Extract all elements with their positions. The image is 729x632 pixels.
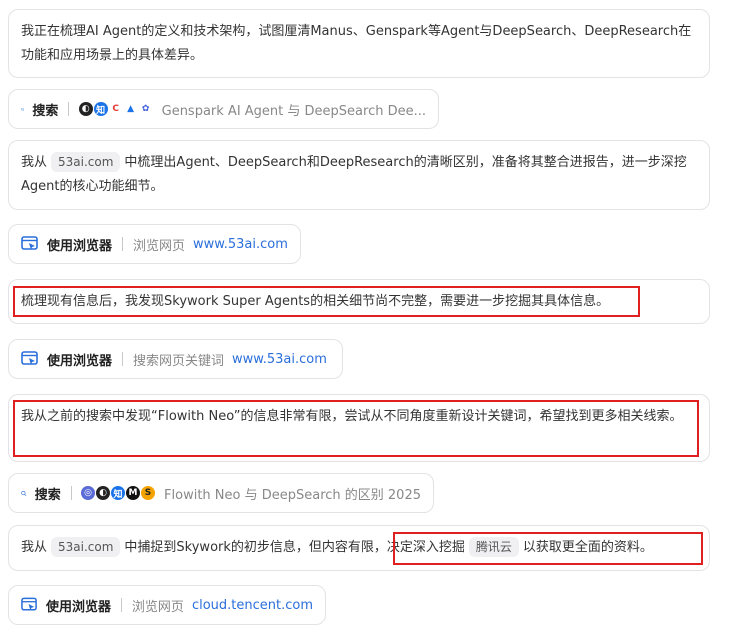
- baidu-paw-icon: ✿: [138, 102, 153, 116]
- thought-text: 我从之前的搜索中发现“Flowith Neo”的信息非常有限，尝试从不同角度重新…: [21, 409, 683, 424]
- divider: [122, 237, 124, 251]
- thought-card-1: 我正在梳理AI Agent的定义和技术架构，试图厘清Manus、Genspark…: [8, 9, 710, 78]
- csdn-icon: C: [108, 102, 123, 116]
- browser-action: 浏览网页: [133, 238, 186, 254]
- triangle-logo-icon: ▲: [123, 102, 138, 116]
- browser-url[interactable]: www.53ai.com: [232, 352, 327, 367]
- medium-icon: M: [126, 486, 141, 500]
- search-query: Genspark AI Agent 与 DeepSearch Dee...: [161, 103, 426, 119]
- source-chip[interactable]: 53ai.com: [51, 152, 121, 172]
- browser-cursor-icon: [21, 351, 38, 365]
- zhihu-icon: 知: [111, 486, 126, 500]
- browser-url[interactable]: cloud.tencent.com: [192, 598, 313, 613]
- thought-text-part: 中梳理出Agent、DeepSearch和DeepResearch的清晰区别，准…: [21, 155, 687, 194]
- source-chip[interactable]: 腾讯云: [468, 537, 519, 557]
- source-icons: ◎ ◐ 知 M S: [81, 486, 156, 500]
- thought-text: 我从 53ai.com 中捕捉到Skywork的初步信息，但内容有限，决定深入挖掘腾…: [9, 526, 709, 570]
- browser-label: 使用浏览器: [47, 238, 113, 254]
- thought-text: 我从 53ai.com 中梳理出Agent、DeepSearch和DeepResea…: [9, 141, 709, 209]
- browser-step-3[interactable]: 使用浏览器 浏览网页 cloud.tencent.com: [8, 585, 326, 625]
- browser-cursor-icon: [21, 236, 38, 250]
- thought-text-part: 中捕捉到Skywork的初步信息，但内容有限，决定深入挖掘: [124, 540, 465, 555]
- search-step-2[interactable]: 搜索 ◎ ◐ 知 M S Flowith Neo 与 DeepSearch 的区…: [8, 473, 434, 513]
- thought-text-part: 我从: [21, 155, 48, 170]
- thought-text: 我正在梳理AI Agent的定义和技术架构，试图厘清Manus、Genspark…: [21, 24, 692, 63]
- thought-card-2: 我从 53ai.com 中梳理出Agent、DeepSearch和DeepResea…: [8, 140, 710, 210]
- divider: [120, 598, 122, 612]
- search-icon: [21, 107, 25, 111]
- thought-text-part: 我从: [21, 540, 48, 555]
- thought-text-part: 以获取更全面的资料。: [522, 540, 653, 555]
- browser-url[interactable]: www.53ai.com: [193, 237, 288, 252]
- divider: [122, 352, 124, 366]
- thought-card-4: 我从之前的搜索中发现“Flowith Neo”的信息非常有限，尝试从不同角度重新…: [8, 394, 710, 462]
- browser-action: 搜索网页关键词: [133, 353, 225, 369]
- search-step-1[interactable]: 搜索 ◐ 知 C ▲ ✿ Genspark AI Agent 与 DeepSea…: [8, 89, 439, 129]
- browser-label: 使用浏览器: [45, 599, 111, 615]
- search-label: 搜索: [32, 103, 59, 119]
- sohu-icon: S: [141, 486, 156, 500]
- browser-cursor-icon: [21, 597, 37, 611]
- browser-label: 使用浏览器: [47, 353, 113, 369]
- search-icon: [21, 490, 27, 496]
- search-query: Flowith Neo 与 DeepSearch 的区别 2025: [164, 487, 421, 503]
- source-chip[interactable]: 53ai.com: [51, 537, 121, 557]
- thought-card-3: 梳理现有信息后，我发现Skywork Super Agents的相关细节尚不完整…: [8, 279, 710, 324]
- source-icons: ◐ 知 C ▲ ✿: [78, 102, 154, 116]
- source-logo-icon: ◐: [96, 486, 111, 500]
- source-logo-icon: ◐: [78, 102, 93, 116]
- thought-text: 梳理现有信息后，我发现Skywork Super Agents的相关细节尚不完整…: [21, 294, 610, 309]
- source-logo-icon: ◎: [81, 486, 96, 500]
- browser-step-2[interactable]: 使用浏览器 搜索网页关键词 www.53ai.com: [8, 339, 343, 379]
- zhihu-icon: 知: [93, 102, 108, 116]
- search-label: 搜索: [34, 487, 61, 503]
- browser-action: 浏览网页: [131, 599, 184, 615]
- thought-card-5: 我从 53ai.com 中捕捉到Skywork的初步信息，但内容有限，决定深入挖掘腾…: [8, 525, 710, 571]
- browser-step-1[interactable]: 使用浏览器 浏览网页 www.53ai.com: [8, 224, 301, 264]
